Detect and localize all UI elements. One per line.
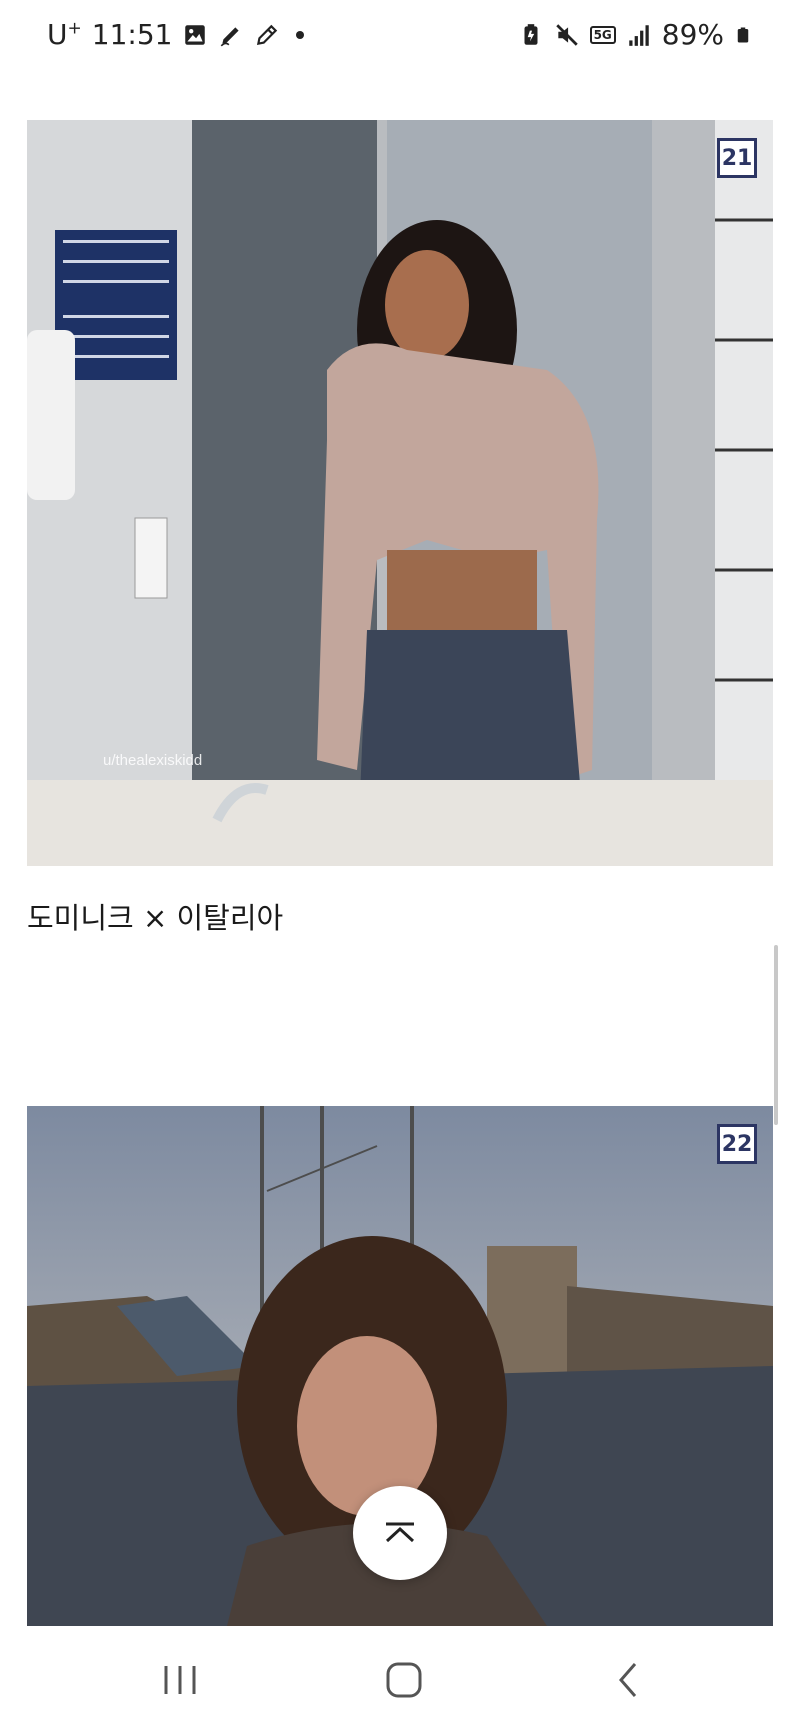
navigation-bar xyxy=(0,1626,800,1733)
photo-caption: 도미니크 × 이탈리아 xyxy=(27,901,284,935)
edit-icon xyxy=(257,24,278,45)
rank-badge: 22 xyxy=(717,1124,757,1164)
battery-percent: 89% xyxy=(661,18,724,51)
carrier-label: U+ xyxy=(47,18,82,51)
chevron-up-icon xyxy=(385,1522,415,1543)
notification-dot-icon xyxy=(296,30,305,39)
scroll-to-top-button[interactable] xyxy=(353,1486,447,1580)
mute-icon xyxy=(555,23,578,46)
recent-apps-icon xyxy=(164,1666,196,1694)
status-right: 5G 89% xyxy=(518,18,752,51)
back-icon xyxy=(619,1663,637,1697)
scroll-indicator[interactable] xyxy=(774,945,778,1125)
rank-badge: 21 xyxy=(717,138,757,178)
gallery-icon xyxy=(185,24,206,45)
home-icon xyxy=(386,1662,422,1698)
pen-icon xyxy=(221,26,240,46)
status-left: U+ 11:51 xyxy=(47,18,305,51)
battery-saver-icon xyxy=(524,23,538,45)
watermark-label: u/thealexiskidd xyxy=(103,752,203,769)
feed-photo[interactable]: 21 u/thealexiskidd xyxy=(27,120,773,866)
status-bar: U+ 11:51 5G 89% xyxy=(0,0,800,80)
recent-apps-button[interactable] xyxy=(150,1656,210,1704)
clock: 11:51 xyxy=(91,18,173,51)
signal-icon xyxy=(629,24,649,46)
home-button[interactable] xyxy=(374,1656,434,1704)
network-5g-icon: 5G xyxy=(589,25,616,44)
back-button[interactable] xyxy=(598,1656,658,1704)
battery-icon xyxy=(737,27,749,42)
